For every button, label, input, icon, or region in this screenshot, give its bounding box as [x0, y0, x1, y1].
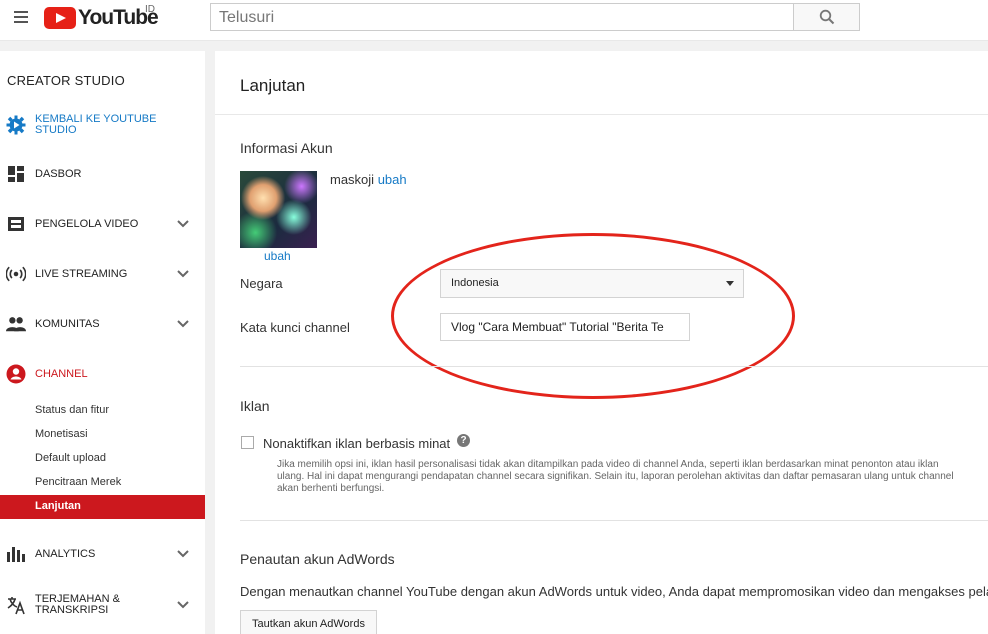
- account-section-title: Informasi Akun: [240, 140, 333, 156]
- sidebar-item-label: DASBOR: [35, 168, 82, 180]
- search-button[interactable]: [793, 3, 860, 31]
- ads-description-line: ulang. Hal ini dapat mengurangi pendapat…: [277, 471, 954, 482]
- help-icon[interactable]: ?: [457, 434, 470, 447]
- top-header: YouTube ID Telusuri: [0, 0, 988, 41]
- creator-studio-sidebar: CREATOR STUDIO KEMBALI KE YOUTUBE STUDIO …: [0, 51, 205, 634]
- country-label: Negara: [240, 276, 283, 291]
- sidebar-title: CREATOR STUDIO: [7, 73, 125, 88]
- section-divider: [240, 520, 988, 521]
- disable-interest-ads-checkbox[interactable]: [241, 436, 254, 449]
- ads-description-line: akan berhenti berfungsi.: [277, 483, 385, 494]
- region-label: ID: [145, 4, 155, 15]
- chevron-down-icon[interactable]: [177, 550, 189, 558]
- sidebar-item-label: KOMUNITAS: [35, 318, 100, 330]
- sidebar-item-community[interactable]: KOMUNITAS: [0, 313, 205, 335]
- main-content: Lanjutan Informasi Akun ubah maskoji uba…: [215, 51, 988, 634]
- video-manager-icon: [6, 214, 26, 234]
- translate-icon: [6, 595, 26, 615]
- disable-interest-ads-label[interactable]: Nonaktifkan iklan berbasis minat: [263, 436, 450, 451]
- sidebar-sub-status[interactable]: Status dan fitur: [35, 404, 109, 416]
- sidebar-item-analytics[interactable]: ANALYTICS: [0, 543, 205, 565]
- adwords-section-title: Penautan akun AdWords: [240, 551, 395, 567]
- people-icon: [6, 314, 26, 334]
- chevron-down-icon[interactable]: [177, 220, 189, 228]
- account-name-text: maskoji: [330, 172, 375, 187]
- search-input[interactable]: Telusuri: [210, 3, 794, 31]
- dashboard-icon: [6, 164, 26, 184]
- sidebar-item-label: PENGELOLA VIDEO: [35, 218, 139, 230]
- sidebar-item-video-manager[interactable]: PENGELOLA VIDEO: [0, 213, 205, 235]
- section-divider: [240, 366, 988, 367]
- sidebar-item-label: ANALYTICS: [35, 548, 96, 560]
- ads-description-line: Jika memilih opsi ini, iklan hasil perso…: [277, 459, 939, 470]
- chevron-down-icon[interactable]: [177, 270, 189, 278]
- ads-description: Jika memilih opsi ini, iklan hasil perso…: [277, 459, 988, 495]
- search-icon: [819, 9, 834, 25]
- sidebar-item-label: CHANNEL: [35, 368, 88, 380]
- sidebar-item-live-streaming[interactable]: LIVE STREAMING: [0, 263, 205, 285]
- live-icon: [6, 264, 26, 284]
- sidebar-item-channel[interactable]: CHANNEL: [0, 363, 205, 385]
- label-line2: TRANSKRIPSI: [35, 604, 109, 616]
- page-header: Lanjutan: [215, 51, 988, 115]
- ads-section-title: Iklan: [240, 398, 270, 414]
- chevron-down-icon[interactable]: [177, 601, 189, 609]
- sidebar-item-translations[interactable]: TERJEMAHAN & TRANSKRIPSI: [0, 591, 205, 619]
- youtube-play-icon: [44, 7, 76, 29]
- change-name-link[interactable]: ubah: [378, 172, 407, 187]
- annotation-circle: [391, 233, 795, 399]
- avatar-change-link[interactable]: ubah: [264, 249, 291, 263]
- page-title: Lanjutan: [240, 76, 306, 95]
- sidebar-item-dashboard[interactable]: DASBOR: [0, 163, 205, 185]
- sidebar-item-label: KEMBALI KE YOUTUBE STUDIO: [35, 114, 156, 136]
- sidebar-sub-monetization[interactable]: Monetisasi: [35, 428, 88, 440]
- menu-icon[interactable]: [14, 11, 28, 23]
- sidebar-item-back-to-studio[interactable]: KEMBALI KE YOUTUBE STUDIO: [0, 111, 205, 139]
- sidebar-sub-upload-defaults[interactable]: Default upload: [35, 452, 106, 464]
- gear-icon: [6, 115, 26, 135]
- sidebar-item-label: LIVE STREAMING: [35, 268, 128, 280]
- adwords-description: Dengan menautkan channel YouTube dengan …: [240, 584, 988, 599]
- avatar: [240, 171, 317, 248]
- account-name: maskoji ubah: [330, 172, 407, 187]
- label-line2: STUDIO: [35, 124, 77, 136]
- youtube-logo[interactable]: YouTube ID: [44, 4, 159, 30]
- sidebar-item-label: TERJEMAHAN & TRANSKRIPSI: [35, 594, 120, 616]
- sidebar-sub-advanced[interactable]: Lanjutan: [0, 495, 205, 519]
- chevron-down-icon[interactable]: [177, 320, 189, 328]
- sidebar-sub-label: Lanjutan: [35, 500, 81, 512]
- analytics-icon: [6, 544, 26, 564]
- keywords-label: Kata kunci channel: [240, 320, 350, 335]
- account-icon: [6, 364, 26, 384]
- link-adwords-button[interactable]: Tautkan akun AdWords: [240, 610, 377, 634]
- sidebar-sub-branding[interactable]: Pencitraan Merek: [35, 476, 121, 488]
